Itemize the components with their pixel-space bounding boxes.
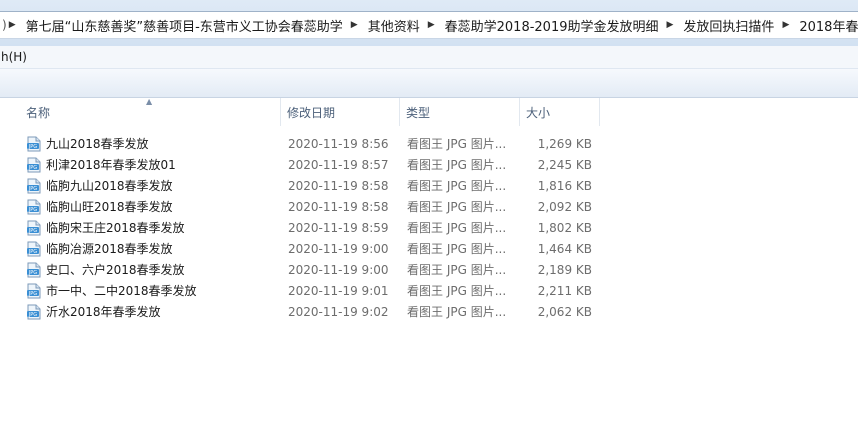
file-name: 临朐冶源2018春季发放 (46, 242, 173, 256)
file-type: 看图王 JPG 图片... (407, 137, 507, 151)
jpg-file-icon: JPG (27, 283, 41, 298)
jpg-file-icon: JPG (27, 136, 41, 151)
column-name-label: 名称 (26, 105, 51, 120)
breadcrumb-item-detail[interactable]: 春蕊助学2018-2019助学金发放明细 ▶ (437, 16, 676, 35)
breadcrumb-overflow[interactable]: ) (0, 18, 7, 32)
jpg-file-icon: JPG (27, 304, 41, 319)
file-name: 临朐九山2018春季发放 (46, 179, 173, 193)
breadcrumb-item-other[interactable]: 其他资料 ▶ (360, 16, 437, 35)
file-row[interactable]: JPG 临朐冶源2018春季发放 2020-11-19 9:00 看图王 JPG… (0, 238, 600, 259)
file-size: 2,245 KB (537, 157, 592, 172)
jpg-file-icon: JPG (27, 199, 41, 214)
breadcrumb-label: 第七届“山东慈善奖”慈善项目-东营市义工协会春蕊助学 (25, 19, 343, 35)
file-row[interactable]: JPG 临朐宋王庄2018春季发放 2020-11-19 8:59 看图王 JP… (0, 217, 600, 238)
jpg-icon-label: JPG (28, 228, 37, 234)
file-size: 2,062 KB (537, 304, 592, 319)
jpg-icon-label: JPG (28, 270, 37, 276)
jpg-file-icon: JPG (27, 220, 41, 235)
jpg-file-icon: JPG (27, 157, 41, 172)
chevron-right-icon[interactable]: ▶ (349, 20, 360, 30)
column-size-label: 大小 (526, 105, 551, 120)
file-date: 2020-11-19 8:56 (288, 136, 389, 151)
column-type[interactable]: 类型 (400, 98, 520, 126)
column-name[interactable]: 名称 ▲ (0, 97, 281, 126)
file-name: 沂水2018年春季发放 (46, 305, 161, 319)
chevron-right-icon[interactable]: ▶ (7, 20, 18, 30)
jpg-icon-label: JPG (28, 312, 37, 318)
jpg-file-icon: JPG (27, 178, 41, 193)
jpg-icon-label: JPG (28, 144, 37, 150)
command-bar (0, 69, 858, 98)
chevron-right-icon[interactable]: ▶ (780, 20, 791, 30)
file-name: 史口、六户2018春季发放 (46, 263, 185, 277)
jpg-icon-label: JPG (28, 186, 37, 192)
column-size[interactable]: 大小 (520, 98, 600, 126)
file-type: 看图王 JPG 图片... (407, 263, 507, 277)
file-size: 2,211 KB (537, 283, 592, 298)
file-name: 市一中、二中2018春季发放 (46, 284, 197, 298)
file-row[interactable]: JPG 利津2018年春季发放01 2020-11-19 8:57 看图王 JP… (0, 154, 600, 175)
file-row[interactable]: JPG 临朐山旺2018春季发放 2020-11-19 8:58 看图王 JPG… (0, 196, 600, 217)
file-name: 利津2018年春季发放01 (46, 158, 176, 172)
breadcrumb[interactable]: ) ▶ 第七届“山东慈善奖”慈善项目-东营市义工协会春蕊助学 ▶ 其他资料 ▶ … (0, 11, 858, 39)
column-date[interactable]: 修改日期 (281, 98, 400, 126)
file-row[interactable]: JPG 沂水2018年春季发放 2020-11-19 9:02 看图王 JPG … (0, 301, 600, 322)
file-date: 2020-11-19 9:00 (288, 241, 389, 256)
file-row[interactable]: JPG 市一中、二中2018春季发放 2020-11-19 9:01 看图王 J… (0, 280, 600, 301)
jpg-file-icon: JPG (27, 241, 41, 256)
file-type: 看图王 JPG 图片... (407, 242, 507, 256)
chevron-right-icon[interactable]: ▶ (426, 20, 437, 30)
jpg-icon-label: JPG (28, 165, 37, 171)
file-size: 2,189 KB (537, 262, 592, 277)
file-name: 九山2018春季发放 (46, 137, 149, 151)
file-list: 名称 ▲ 修改日期 类型 大小 JPG 九山2018春季发放 2020-11-1 (0, 97, 858, 438)
jpg-icon-label: JPG (28, 207, 37, 213)
jpg-icon-label: JPG (28, 249, 37, 255)
breadcrumb-label: 2018年春季 (799, 19, 858, 35)
breadcrumb-label: 其他资料 (367, 19, 420, 35)
file-type: 看图王 JPG 图片... (407, 158, 507, 172)
file-row[interactable]: JPG 临朐九山2018春季发放 2020-11-19 8:58 看图王 JPG… (0, 175, 600, 196)
jpg-icon-label: JPG (28, 291, 37, 297)
file-rows: JPG 九山2018春季发放 2020-11-19 8:56 看图王 JPG 图… (0, 133, 600, 322)
file-type: 看图王 JPG 图片... (407, 200, 507, 214)
breadcrumb-item-scans[interactable]: 发放回执扫描件 ▶ (675, 16, 791, 35)
file-name: 临朐宋王庄2018春季发放 (46, 221, 185, 235)
file-date: 2020-11-19 9:00 (288, 262, 389, 277)
file-date: 2020-11-19 8:59 (288, 220, 389, 235)
breadcrumb-label: 春蕊助学2018-2019助学金发放明细 (444, 19, 659, 35)
file-date: 2020-11-19 9:02 (288, 304, 389, 319)
column-header: 名称 ▲ 修改日期 类型 大小 (0, 97, 600, 126)
file-size: 1,802 KB (537, 220, 592, 235)
breadcrumb-item-current[interactable]: 2018年春季 (791, 16, 858, 35)
file-row[interactable]: JPG 史口、六户2018春季发放 2020-11-19 9:00 看图王 JP… (0, 259, 600, 280)
file-row[interactable]: JPG 九山2018春季发放 2020-11-19 8:56 看图王 JPG 图… (0, 133, 600, 154)
breadcrumb-label: 发放回执扫描件 (683, 19, 775, 35)
jpg-file-icon: JPG (27, 262, 41, 277)
file-size: 1,816 KB (537, 178, 592, 193)
file-date: 2020-11-19 9:01 (288, 283, 389, 298)
address-bar: ) ▶ 第七届“山东慈善奖”慈善项目-东营市义工协会春蕊助学 ▶ 其他资料 ▶ … (0, 0, 858, 46)
file-type: 看图王 JPG 图片... (407, 179, 507, 193)
breadcrumb-item-project[interactable]: 第七届“山东慈善奖”慈善项目-东营市义工协会春蕊助学 ▶ (18, 16, 360, 35)
file-size: 1,464 KB (537, 241, 592, 256)
file-type: 看图王 JPG 图片... (407, 305, 507, 319)
file-date: 2020-11-19 8:57 (288, 157, 389, 172)
menu-bar: h(H) (0, 46, 858, 69)
column-date-label: 修改日期 (287, 105, 336, 120)
file-size: 2,092 KB (537, 199, 592, 214)
file-size: 1,269 KB (537, 136, 592, 151)
chevron-right-icon[interactable]: ▶ (665, 20, 676, 30)
file-type: 看图王 JPG 图片... (407, 221, 507, 235)
column-type-label: 类型 (406, 105, 431, 120)
sort-ascending-icon: ▲ (146, 97, 153, 106)
file-date: 2020-11-19 8:58 (288, 178, 389, 193)
file-name: 临朐山旺2018春季发放 (46, 200, 173, 214)
menu-help[interactable]: h(H) (0, 50, 27, 64)
file-date: 2020-11-19 8:58 (288, 199, 389, 214)
file-type: 看图王 JPG 图片... (407, 284, 507, 298)
